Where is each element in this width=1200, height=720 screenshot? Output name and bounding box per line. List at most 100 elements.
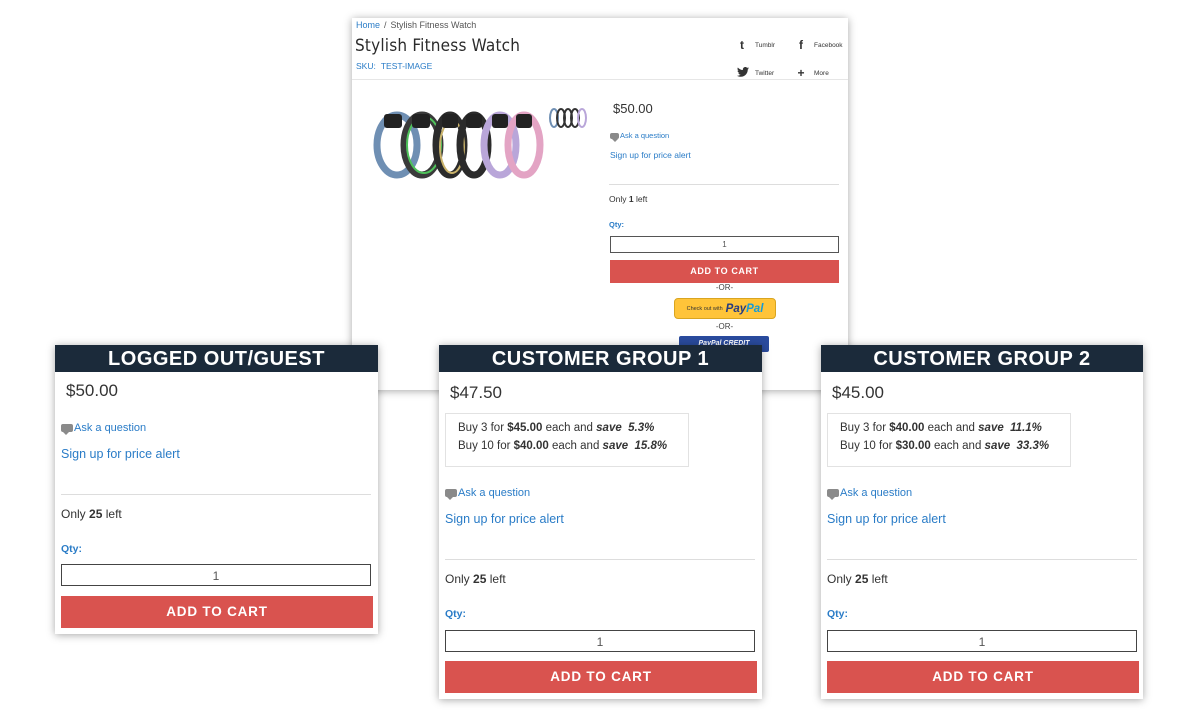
qty-input[interactable]: 1	[610, 236, 839, 253]
share-facebook[interactable]: f Facebook	[796, 38, 843, 52]
tier-row: Buy 10 for $40.00 each and save 15.8%	[458, 440, 667, 452]
sku-label: SKU:	[356, 61, 376, 71]
ask-question-link[interactable]: Ask a question	[827, 487, 912, 500]
paypal-checkout-label: Check out with	[686, 305, 723, 312]
tier-buy: Buy 3 for	[458, 422, 505, 434]
tier-pct: 5.3%	[628, 422, 655, 434]
tier-row: Buy 3 for $40.00 each and save 11.1%	[840, 422, 1042, 434]
share-twitter[interactable]: Twitter	[737, 66, 774, 80]
product-title: Stylish Fitness Watch	[355, 36, 521, 56]
tier-buy: Buy 3 for	[840, 422, 887, 434]
qty-label: Qty:	[827, 608, 848, 620]
facebook-icon: f	[799, 38, 803, 52]
price: $45.00	[832, 383, 884, 402]
chat-icon	[445, 489, 457, 500]
add-to-cart-button[interactable]: ADD TO CART	[61, 596, 373, 628]
price-alert-link[interactable]: Sign up for price alert	[61, 447, 180, 461]
paypal-checkout-button[interactable]: Check out with Pay Pal	[674, 298, 776, 319]
panel-header: CUSTOMER GROUP 2	[821, 345, 1143, 372]
share-facebook-label: Facebook	[814, 41, 843, 49]
stock-status: Only 1 left	[609, 194, 647, 204]
stock-prefix: Only	[609, 194, 627, 204]
chat-icon	[610, 132, 619, 142]
divider	[827, 559, 1137, 560]
divider	[61, 494, 371, 495]
tier-price: $40.00	[889, 422, 925, 434]
tier-price: $40.00	[513, 440, 549, 452]
price-alert-link[interactable]: Sign up for price alert	[610, 150, 691, 160]
divider	[445, 559, 755, 560]
divider	[609, 184, 839, 185]
tier-save: save	[602, 440, 629, 452]
tier-each: each and	[552, 440, 600, 452]
add-to-cart-button[interactable]: ADD TO CART	[827, 661, 1139, 693]
chat-icon	[61, 424, 73, 435]
ask-question-label: Ask a question	[620, 131, 670, 140]
panel-guest: LOGGED OUT/GUEST $50.00 Ask a question S…	[55, 345, 378, 634]
paypal-logo-pay: Pay	[725, 302, 747, 315]
ask-question-link[interactable]: Ask a question	[445, 487, 530, 500]
ask-question-link[interactable]: Ask a question	[61, 422, 146, 435]
tier-save: save	[596, 422, 622, 434]
stock-count: 1	[628, 194, 634, 204]
stock-count: 25	[89, 507, 103, 521]
tier-each: each and	[934, 440, 982, 452]
stock-count: 25	[473, 572, 487, 586]
add-to-cart-button[interactable]: ADD TO CART	[445, 661, 757, 693]
stock-suffix: left	[871, 572, 888, 586]
share-more[interactable]: + More	[796, 66, 829, 80]
tier-each: each and	[545, 422, 593, 434]
stock-status: Only 25 left	[827, 572, 888, 586]
ask-question-link[interactable]: Ask a question	[610, 131, 670, 142]
panel-header: LOGGED OUT/GUEST	[55, 345, 378, 372]
paypal-logo-pal: Pal	[746, 302, 764, 315]
price: $47.50	[450, 383, 502, 402]
plus-icon: +	[797, 66, 805, 80]
stock-status: Only 25 left	[445, 572, 506, 586]
tier-pct: 11.1%	[1010, 422, 1042, 434]
chat-icon	[827, 489, 839, 500]
tier-pricing-box: Buy 3 for $45.00 each and save 5.3% Buy …	[445, 413, 689, 467]
stock-prefix: Only	[445, 572, 470, 586]
tier-row: Buy 3 for $45.00 each and save 5.3%	[458, 422, 654, 434]
price: $50.00	[66, 381, 118, 400]
price-alert-link[interactable]: Sign up for price alert	[445, 512, 564, 526]
qty-input[interactable]: 1	[445, 630, 755, 652]
qty-label: Qty:	[609, 220, 624, 229]
qty-label: Qty:	[445, 608, 466, 620]
product-image[interactable]	[372, 100, 552, 190]
tumblr-icon: t	[740, 38, 744, 52]
panel-customer-group-2: CUSTOMER GROUP 2 $45.00 Buy 3 for $40.00…	[821, 345, 1143, 699]
tier-buy: Buy 10 for	[840, 440, 893, 452]
panel-header: CUSTOMER GROUP 1	[439, 345, 762, 372]
stock-prefix: Only	[61, 507, 86, 521]
header-divider	[352, 79, 848, 80]
sku-value: TEST-IMAGE	[380, 61, 433, 71]
share-tumblr-label: Tumblr	[755, 41, 775, 49]
tier-save: save	[978, 422, 1004, 434]
tier-row: Buy 10 for $30.00 each and save 33.3%	[840, 440, 1049, 452]
qty-label: Qty:	[61, 543, 82, 555]
stock-status: Only 25 left	[61, 507, 122, 521]
add-to-cart-button[interactable]: ADD TO CART	[610, 260, 839, 283]
tier-price: $45.00	[507, 422, 543, 434]
tier-each: each and	[927, 422, 975, 434]
share-twitter-label: Twitter	[755, 69, 775, 77]
stock-suffix: left	[105, 507, 122, 521]
breadcrumb-current: Stylish Fitness Watch	[390, 20, 477, 30]
price-alert-link[interactable]: Sign up for price alert	[827, 512, 946, 526]
qty-input[interactable]: 1	[827, 630, 1137, 652]
product-thumbnail[interactable]	[548, 106, 590, 130]
breadcrumb: Home / Stylish Fitness Watch	[356, 20, 476, 30]
breadcrumb-home-link[interactable]: Home	[356, 20, 380, 30]
qty-input[interactable]: 1	[61, 564, 371, 586]
or-separator-2: -OR-	[715, 322, 734, 331]
sku: SKU: TEST-IMAGE	[356, 61, 432, 71]
tier-price: $30.00	[895, 440, 931, 452]
share-tumblr[interactable]: t Tumblr	[737, 38, 775, 52]
product-page: Home / Stylish Fitness Watch Stylish Fitne…	[352, 18, 848, 390]
share-more-label: More	[814, 69, 829, 77]
tier-pct: 33.3%	[1016, 440, 1050, 452]
stock-count: 25	[855, 572, 869, 586]
tier-buy: Buy 10 for	[458, 440, 511, 452]
